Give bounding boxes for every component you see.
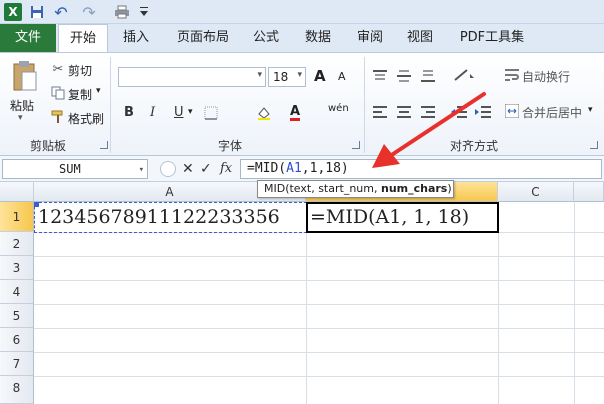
tab-review[interactable]: 审阅 [348, 24, 392, 52]
font-name-combo[interactable]: ▾ [118, 67, 266, 87]
tab-data[interactable]: 数据 [296, 24, 340, 52]
undo-icon[interactable]: ↶ [50, 3, 72, 22]
cut-icon[interactable]: ✂ [50, 61, 66, 77]
formula-bar: SUM ▾ ✕ ✓ fx =MID(A1,1,18) [0, 156, 604, 182]
clipboard-launcher-icon[interactable] [100, 141, 108, 149]
gridline [34, 328, 604, 329]
orientation-icon[interactable] [452, 67, 476, 83]
tooltip-current-argument[interactable]: num_chars [381, 182, 447, 195]
align-middle-icon[interactable] [396, 69, 412, 83]
grow-font-icon[interactable]: A [314, 67, 326, 85]
ribbon: 粘贴 ▾ ✂ 剪切 复制 ▾ 格式刷 剪贴板 ▾ 18 ▾ A A B I U … [0, 52, 604, 156]
tab-formulas[interactable]: 公式 [244, 24, 288, 52]
wrap-text-button[interactable]: 自动换行 [522, 68, 570, 85]
gridline [34, 376, 604, 377]
select-all-corner[interactable] [0, 182, 34, 202]
name-box[interactable]: SUM ▾ [2, 159, 148, 179]
tab-pdf-tools[interactable]: PDF工具集 [450, 24, 534, 52]
format-painter-button[interactable]: 格式刷 [68, 110, 104, 127]
copy-dropdown-icon[interactable]: ▾ [96, 86, 101, 96]
row-header-6[interactable]: 6 [0, 328, 34, 352]
font-size-dropdown-icon[interactable]: ▾ [297, 70, 302, 80]
font-size-value: 18 [273, 70, 289, 84]
row-header-2[interactable]: 2 [0, 232, 34, 256]
merge-center-button[interactable]: 合并后居中 [522, 104, 582, 121]
column-header-c[interactable]: C [498, 182, 574, 202]
ribbon-tabs: 文件 开始 插入 页面布局 公式 数据 审阅 视图 PDF工具集 [0, 24, 604, 53]
tab-view[interactable]: 视图 [398, 24, 442, 52]
gridline [34, 304, 604, 305]
gridline [34, 280, 604, 281]
redo-icon[interactable]: ↷ [78, 3, 100, 22]
formula-bar-expand-icon[interactable] [160, 161, 176, 177]
print-icon[interactable] [112, 3, 132, 21]
row-header-8[interactable]: 8 [0, 376, 34, 404]
font-launcher-icon[interactable] [352, 141, 360, 149]
title-bar: X ↶ ↷ [0, 0, 604, 24]
worksheet-grid: A B C 1 2 3 4 5 6 7 8 123456789111222333… [0, 182, 604, 404]
shrink-font-icon[interactable]: A [338, 70, 346, 83]
formula-reference: A1 [286, 161, 302, 176]
underline-button[interactable]: U [174, 105, 184, 120]
column-header-d[interactable] [574, 182, 604, 202]
copy-icon[interactable] [50, 85, 66, 101]
paste-button-label[interactable]: 粘贴 [10, 97, 34, 114]
cancel-entry-button[interactable]: ✕ [182, 161, 194, 177]
formula-text-prefix: =MID( [247, 161, 287, 176]
tooltip-signature: MID(text, start_num, [264, 182, 381, 195]
phonetic-guide-icon[interactable]: wén [328, 103, 349, 114]
insert-function-button[interactable]: fx [220, 161, 232, 176]
formula-text-suffix: ,1,18) [301, 161, 349, 176]
cut-button[interactable]: 剪切 [68, 62, 92, 79]
customize-quick-access-icon[interactable] [138, 3, 150, 21]
merge-center-dropdown-icon[interactable]: ▾ [588, 105, 593, 115]
align-top-icon[interactable] [372, 69, 388, 83]
merge-center-icon[interactable] [504, 103, 520, 119]
name-box-dropdown-icon[interactable]: ▾ [139, 161, 144, 179]
annotation-arrow-icon [372, 92, 486, 168]
name-box-value: SUM [59, 162, 81, 176]
clipboard-group-label: 剪贴板 [30, 139, 67, 153]
group-separator [110, 57, 111, 153]
cell-a1[interactable]: 1234567891112223335​6 [38, 204, 304, 230]
paste-icon[interactable] [10, 59, 40, 93]
font-color-icon[interactable]: A [290, 105, 301, 121]
function-argument-tooltip: MID(text, start_num, num_chars) [257, 180, 454, 198]
bold-button[interactable]: B [124, 105, 134, 120]
underline-dropdown-icon[interactable]: ▾ [188, 107, 193, 117]
tab-insert[interactable]: 插入 [114, 24, 158, 52]
wrap-text-icon[interactable] [504, 67, 520, 83]
copy-button[interactable]: 复制 [68, 86, 92, 103]
font-name-dropdown-icon[interactable]: ▾ [257, 70, 262, 80]
enter-button[interactable]: ✓ [200, 161, 212, 177]
row-header-5[interactable]: 5 [0, 304, 34, 328]
font-size-combo[interactable]: 18 ▾ [268, 67, 306, 87]
format-painter-icon[interactable] [50, 109, 66, 125]
row-header-4[interactable]: 4 [0, 280, 34, 304]
gridline [34, 256, 604, 257]
row-header-1[interactable]: 1 [0, 202, 34, 232]
tooltip-signature-end: ) [447, 182, 452, 195]
borders-icon[interactable] [202, 105, 220, 121]
tab-file[interactable]: 文件 [0, 24, 56, 52]
paste-dropdown-icon[interactable]: ▾ [18, 113, 23, 123]
save-icon[interactable] [28, 3, 46, 21]
row-header-3[interactable]: 3 [0, 256, 34, 280]
align-bottom-icon[interactable] [420, 69, 436, 83]
excel-logo-icon: X [4, 3, 22, 21]
row-header-7[interactable]: 7 [0, 352, 34, 376]
alignment-launcher-icon[interactable] [590, 141, 598, 149]
tab-home[interactable]: 开始 [58, 24, 108, 53]
fill-color-icon[interactable] [254, 105, 274, 121]
cell-b1[interactable]: =MID(A1, 1, 18) [310, 204, 496, 230]
font-group-label: 字体 [218, 139, 243, 153]
gridline [574, 202, 575, 404]
italic-button[interactable]: I [150, 105, 155, 120]
tab-page-layout[interactable]: 页面布局 [166, 24, 240, 52]
gridline [34, 352, 604, 353]
